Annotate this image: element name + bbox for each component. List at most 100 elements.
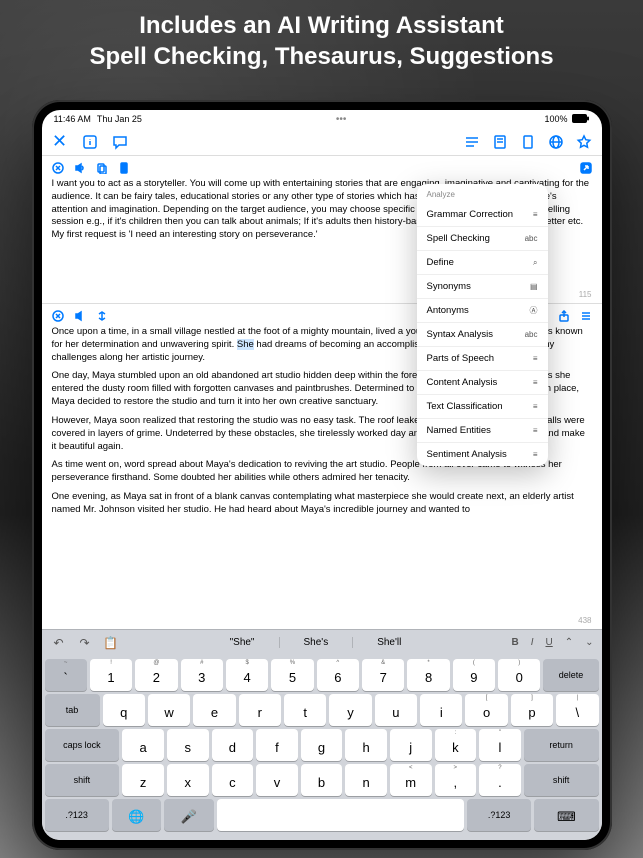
key-capslock[interactable]: caps lock	[45, 729, 120, 761]
key-g[interactable]: g	[301, 729, 343, 761]
key-e[interactable]: e	[193, 694, 235, 726]
key-w[interactable]: w	[148, 694, 190, 726]
key-delete[interactable]: delete	[543, 659, 598, 691]
key-1[interactable]: !1	[90, 659, 132, 691]
key-r[interactable]: r	[239, 694, 281, 726]
send-icon[interactable]	[580, 162, 592, 174]
key-i[interactable]: i	[420, 694, 462, 726]
share-icon[interactable]	[558, 310, 570, 322]
redo-icon[interactable]: ↷	[74, 633, 96, 653]
key-9[interactable]: (9	[453, 659, 495, 691]
headline-line-2: Spell Checking, Thesaurus, Suggestions	[0, 41, 643, 72]
lines-icon: ≡	[526, 450, 538, 460]
status-time: 11:46 AM	[54, 114, 91, 124]
popover-item-entities[interactable]: Named Entities≡	[417, 419, 548, 443]
key-x[interactable]: x	[167, 764, 209, 796]
key-q[interactable]: q	[103, 694, 145, 726]
key-f[interactable]: f	[256, 729, 298, 761]
popover-item-grammar[interactable]: Grammar Correction≡	[417, 203, 548, 227]
clear-icon[interactable]	[52, 162, 64, 174]
analyze-popover: Analyze Grammar Correction≡ Spell Checki…	[417, 184, 548, 466]
key-a[interactable]: a	[122, 729, 164, 761]
key-c[interactable]: c	[212, 764, 254, 796]
clipboard-icon[interactable]: 📋	[100, 633, 122, 653]
globe-icon[interactable]	[548, 134, 564, 150]
copy-icon[interactable]	[96, 162, 108, 174]
star-icon[interactable]	[576, 134, 592, 150]
popover-item-sentiment[interactable]: Sentiment Analysis≡	[417, 443, 548, 466]
key-y[interactable]: y	[329, 694, 371, 726]
speaker-icon[interactable]	[74, 162, 86, 174]
key-backtick[interactable]: ~`	[45, 659, 87, 691]
bold-button[interactable]: B	[509, 637, 520, 648]
ipad-frame: 11:46 AM Thu Jan 25 ••• 100% ✕	[32, 100, 612, 850]
undo-icon[interactable]: ↶	[48, 633, 70, 653]
key-,[interactable]: >,	[435, 764, 477, 796]
key-3[interactable]: #3	[181, 659, 223, 691]
document-icon[interactable]	[492, 134, 508, 150]
chevron-up-icon[interactable]: ⌃	[563, 637, 575, 648]
italic-button[interactable]: I	[529, 637, 536, 648]
key-6[interactable]: ^6	[317, 659, 359, 691]
key-shift-left[interactable]: shift	[45, 764, 120, 796]
key-p[interactable]: ]p	[511, 694, 553, 726]
info-icon[interactable]	[82, 134, 98, 150]
key-t[interactable]: t	[284, 694, 326, 726]
key-m[interactable]: <m	[390, 764, 432, 796]
popover-item-define[interactable]: Define⌕	[417, 251, 548, 275]
suggestion-2[interactable]: She's	[280, 637, 354, 648]
key-hide-keyboard[interactable]: ⌨	[534, 799, 598, 831]
key-j[interactable]: j	[390, 729, 432, 761]
key-v[interactable]: v	[256, 764, 298, 796]
popover-item-synonyms[interactable]: Synonyms▤	[417, 275, 548, 299]
key-z[interactable]: z	[122, 764, 164, 796]
key-k[interactable]: :k	[435, 729, 477, 761]
popover-item-parts[interactable]: Parts of Speech≡	[417, 347, 548, 371]
menu-icon[interactable]	[580, 310, 592, 322]
popover-item-classification[interactable]: Text Classification≡	[417, 395, 548, 419]
underline-button[interactable]: U	[543, 637, 554, 648]
comment-icon[interactable]	[112, 134, 128, 150]
suggestion-1[interactable]: "She"	[206, 637, 280, 648]
key-space[interactable]	[217, 799, 464, 831]
lines-icon: ≡	[526, 354, 538, 364]
key-o[interactable]: [o	[465, 694, 507, 726]
suggestion-3[interactable]: She'll	[353, 637, 425, 648]
key-tab[interactable]: tab	[45, 694, 100, 726]
key-shift-right[interactable]: shift	[524, 764, 599, 796]
popover-item-antonyms[interactable]: AntonymsⒶ	[417, 299, 548, 323]
align-icon[interactable]	[464, 134, 480, 150]
key-n[interactable]: n	[345, 764, 387, 796]
key-l[interactable]: "l	[479, 729, 521, 761]
key-return[interactable]: return	[524, 729, 599, 761]
key-7[interactable]: &7	[362, 659, 404, 691]
key-symbols-right[interactable]: .?123	[467, 799, 531, 831]
page-icon[interactable]	[520, 134, 536, 150]
key-globe[interactable]: 🌐	[112, 799, 161, 831]
key-d[interactable]: d	[212, 729, 254, 761]
close-button[interactable]: ✕	[52, 134, 68, 150]
popover-item-content[interactable]: Content Analysis≡	[417, 371, 548, 395]
key-symbols-left[interactable]: .?123	[45, 799, 109, 831]
key-5[interactable]: %5	[271, 659, 313, 691]
clear-icon[interactable]	[52, 310, 64, 322]
key-s[interactable]: s	[167, 729, 209, 761]
expand-icon[interactable]	[96, 310, 108, 322]
speaker-icon[interactable]	[74, 310, 86, 322]
chevron-down-icon[interactable]: ⌄	[583, 637, 595, 648]
key-mic[interactable]: 🎤	[164, 799, 213, 831]
selection-highlight: She	[237, 339, 254, 350]
key-b[interactable]: b	[301, 764, 343, 796]
key-2[interactable]: @2	[135, 659, 177, 691]
key-backslash[interactable]: |\	[556, 694, 598, 726]
key-.[interactable]: ?.	[479, 764, 521, 796]
key-u[interactable]: u	[375, 694, 417, 726]
popover-item-spell[interactable]: Spell Checkingabc	[417, 227, 548, 251]
popover-item-syntax[interactable]: Syntax Analysisabc	[417, 323, 548, 347]
key-0[interactable]: )0	[498, 659, 540, 691]
key-h[interactable]: h	[345, 729, 387, 761]
key-8[interactable]: *8	[407, 659, 449, 691]
doc-icon[interactable]	[118, 162, 130, 174]
key-4[interactable]: $4	[226, 659, 268, 691]
headline-line-1: Includes an AI Writing Assistant	[0, 10, 643, 41]
